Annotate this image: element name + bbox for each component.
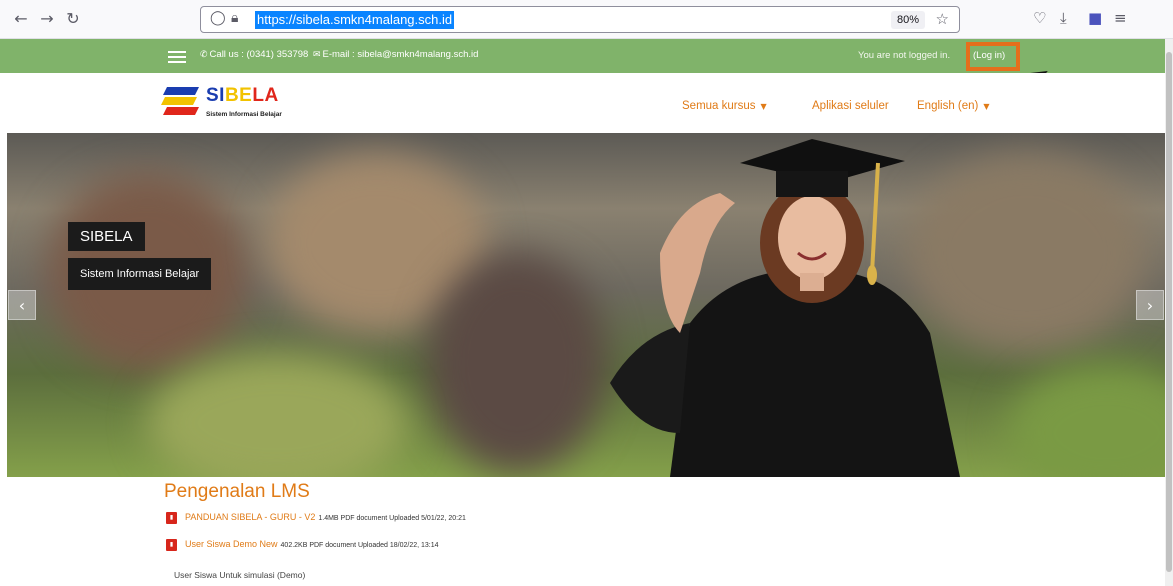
menu-icon[interactable]: ≡	[1114, 9, 1127, 27]
file-meta: 402.2KB PDF document Uploaded 18/02/22, …	[280, 542, 439, 549]
login-link[interactable]: (Log in)	[973, 50, 1005, 61]
file-description: User Siswa Untuk simulasi (Demo)	[174, 570, 306, 580]
back-icon[interactable]: ←	[10, 8, 32, 30]
background-blur	[427, 253, 607, 473]
menu-label: Aplikasi seluler	[812, 100, 889, 112]
shield-icon[interactable]: ◯	[210, 10, 226, 26]
slide-caption: Sistem Informasi Belajar	[68, 258, 212, 290]
logo-subtitle: Sistem Informasi Belajar	[206, 111, 282, 118]
logo-title[interactable]: SIBELA	[206, 85, 279, 107]
menu-aplikasi-seluler[interactable]: Aplikasi seluler	[812, 100, 889, 112]
browser-toolbar: ← → ↻ ◯ 🔒︎ https://sibela.smkn4malang.sc…	[0, 0, 1173, 39]
pdf-icon[interactable]: ▮	[166, 539, 177, 552]
menu-semua-kursus[interactable]: Semua kursus ▼	[682, 100, 767, 112]
url-text[interactable]: https://sibela.smkn4malang.sch.id	[255, 11, 455, 29]
pocket-icon[interactable]: ♡	[1033, 9, 1046, 27]
forward-icon[interactable]: →	[36, 8, 58, 30]
file-item: ▮ PANDUAN SIBELA - GURU - V2 1.4MB PDF doc…	[166, 512, 466, 525]
phone-text: Call us : (0341) 353798	[209, 49, 309, 60]
download-icon[interactable]: ⤓	[1060, 9, 1067, 27]
email-text: E-mail : sibela@smkn4malang.sch.id	[322, 49, 479, 60]
teams-icon[interactable]: ■	[1088, 9, 1102, 27]
slider-next-icon[interactable]: ›	[1136, 290, 1164, 320]
section-title: Pengenalan LMS	[164, 481, 310, 502]
pdf-icon[interactable]: ▮	[166, 512, 177, 525]
contact-info: ✆ Call us : (0341) 353798 ✉ E-mail : sibel…	[198, 49, 478, 60]
background-blur	[1007, 363, 1165, 477]
bookmark-star-icon[interactable]: ☆	[936, 10, 949, 28]
menu-language[interactable]: English (en) ▼	[917, 100, 990, 112]
hamburger-icon[interactable]	[168, 51, 186, 63]
caret-down-icon: ▼	[983, 102, 990, 111]
login-status: You are not logged in.	[858, 50, 951, 61]
file-link[interactable]: PANDUAN SIBELA - GURU - V2	[185, 512, 315, 522]
site-header: SIBELA Sistem Informasi Belajar Semua ku…	[0, 73, 1165, 133]
caret-down-icon: ▼	[760, 102, 767, 111]
menu-label: English (en)	[917, 100, 979, 112]
mail-icon: ✉	[312, 50, 321, 60]
lock-icon[interactable]: 🔒︎	[231, 10, 238, 26]
phone-icon: ✆	[200, 50, 208, 60]
menu-label: Semua kursus	[682, 100, 756, 112]
background-blur	[147, 353, 407, 477]
slider-prev-icon[interactable]: ‹	[8, 290, 36, 320]
zoom-level[interactable]: 80%	[890, 11, 925, 29]
sibela-logo-icon[interactable]	[161, 83, 201, 119]
reload-icon[interactable]: ↻	[62, 8, 84, 30]
file-link[interactable]: User Siswa Demo New	[185, 539, 278, 549]
scrollbar-thumb[interactable]	[1166, 52, 1172, 572]
logo-title-la: LA	[252, 85, 279, 106]
slide-title: SIBELA	[68, 222, 145, 251]
logo-title-si: SI	[206, 85, 225, 106]
graduate-photo	[610, 139, 960, 477]
address-bar[interactable]: ◯ 🔒︎ https://sibela.smkn4malang.sch.id 8…	[200, 6, 960, 33]
file-item: ▮ User Siswa Demo New 402.2KB PDF document…	[166, 539, 439, 552]
file-meta: 1.4MB PDF document Uploaded 5/01/22, 20:…	[318, 515, 466, 522]
logo-title-be: BE	[224, 85, 253, 106]
